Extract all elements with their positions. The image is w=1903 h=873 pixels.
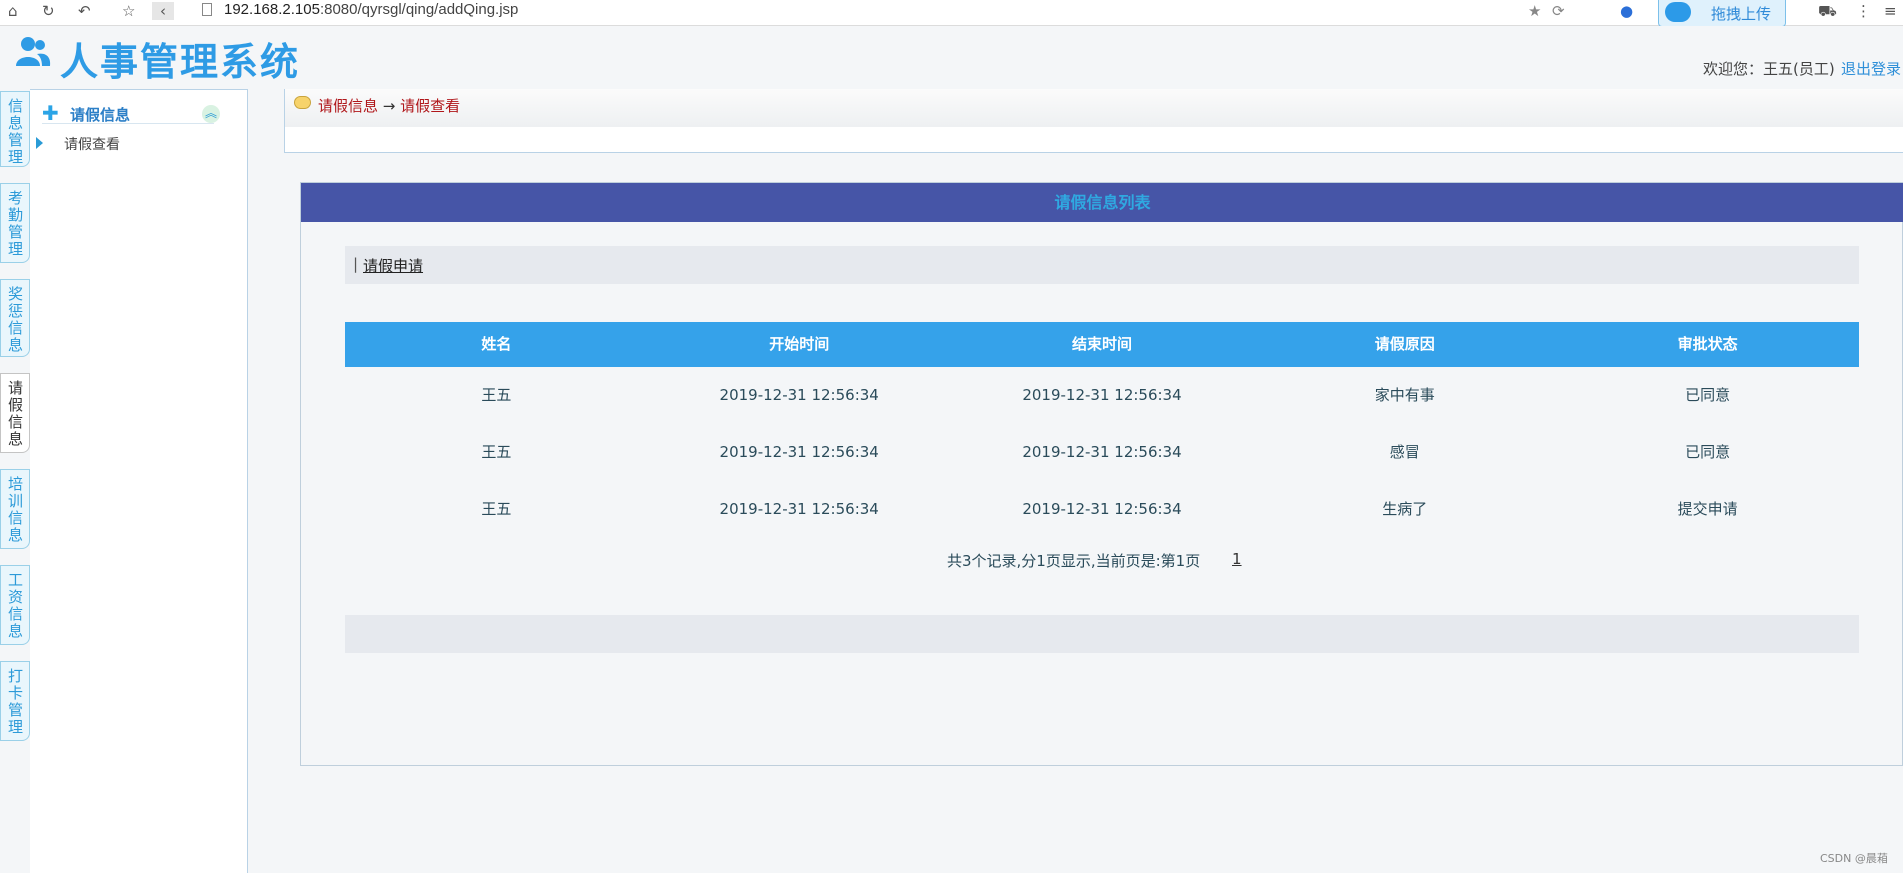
page-link-1[interactable]: 1: [1232, 550, 1242, 568]
undo-icon[interactable]: ↶: [78, 2, 91, 20]
upload-label: 拖拽上传: [1711, 5, 1772, 23]
triangle-right-icon: [36, 137, 43, 149]
cell-status: 提交申请: [1677, 500, 1738, 518]
cell-reason: 生病了: [1382, 500, 1428, 518]
url-path: :8080/qyrsgl/qing/addQing.jsp: [319, 1, 519, 18]
column-header-status: 审批状态: [1677, 335, 1738, 353]
users-icon: [16, 37, 51, 66]
speech-bubble-icon: [294, 96, 311, 109]
bookmark-star-icon[interactable]: ★: [1528, 2, 1541, 20]
cell-reason: 感冒: [1389, 443, 1420, 461]
column-header-end-time: 结束时间: [1071, 335, 1132, 353]
apply-leave-link[interactable]: 请假申请: [363, 255, 423, 276]
page-icon: [202, 3, 212, 16]
sidebar: ✚ 请假信息 ︽ 请假查看: [30, 89, 248, 873]
menu-icon[interactable]: ≡: [1884, 2, 1897, 20]
pager: 共3个记录,分1页显示,当前页是:第1页 1: [345, 550, 1859, 570]
column-header-reason: 请假原因: [1374, 335, 1435, 353]
app-title: 人事管理系统: [60, 40, 301, 84]
tab-label: 培训信息: [8, 475, 24, 544]
table-row: 王五 2019-12-31 12:56:34 2019-12-31 12:56:…: [345, 367, 1859, 424]
plus-icon: ✚: [42, 101, 59, 125]
column-header-start-time: 开始时间: [769, 335, 830, 353]
tab-label: 工资信息: [8, 571, 24, 640]
leave-list-panel: 请假信息列表 | 请假申请 姓名 开始时间 结束时间 请假原因 审批状态 王五 …: [300, 182, 1903, 766]
tab-attendance[interactable]: 考勤管理: [0, 183, 30, 263]
table-header: 姓名 开始时间 结束时间 请假原因 审批状态: [345, 322, 1859, 367]
table-row: 王五 2019-12-31 12:56:34 2019-12-31 12:56:…: [345, 481, 1859, 538]
panel-title: 请假信息列表: [1054, 193, 1151, 212]
breadcrumb: 请假信息 → 请假查看: [284, 89, 1903, 153]
breadcrumb-separator: →: [378, 97, 401, 115]
address-bar[interactable]: 192.168.2.105:8080/qyrsgl/qing/addQing.j…: [190, 0, 1520, 22]
tab-training[interactable]: 培训信息: [0, 469, 30, 549]
cell-end-time: 2019-12-31 12:56:34: [1022, 386, 1182, 404]
home-icon[interactable]: ⌂: [8, 2, 18, 20]
tab-label: 奖惩信息: [8, 285, 24, 354]
cell-end-time: 2019-12-31 12:56:34: [1022, 500, 1182, 518]
pager-summary: 共3个记录,分1页显示,当前页是:第1页: [947, 552, 1201, 570]
app-header: 人事管理系统 欢迎您：王五(员工) 退出登录: [0, 26, 1903, 90]
cell-start-time: 2019-12-31 12:56:34: [719, 443, 879, 461]
sidebar-header: ✚ 请假信息: [42, 101, 214, 125]
url-host: 192.168.2.105: [224, 1, 320, 18]
cell-name: 王五: [481, 443, 512, 461]
sidebar-item-label: 请假查看: [64, 137, 120, 153]
reload-icon[interactable]: ↻: [42, 2, 55, 20]
tab-label: 请假信息: [8, 379, 24, 448]
breadcrumb-second: 请假查看: [400, 97, 461, 115]
watermark-text: CSDN @晨葙: [1820, 852, 1888, 865]
cell-name: 王五: [481, 386, 512, 404]
url-text[interactable]: 192.168.2.105:8080/qyrsgl/qing/addQing.j…: [224, 1, 518, 18]
logout-link[interactable]: 退出登录: [1841, 58, 1901, 79]
panel-header: 请假信息列表: [301, 183, 1903, 222]
collapse-up-icon[interactable]: ︽: [202, 105, 220, 123]
star-icon[interactable]: ☆: [122, 2, 135, 20]
paw-icon[interactable]: ●: [1620, 2, 1633, 20]
browser-toolbar: ⌂ ↻ ↶ ☆ ‹ 192.168.2.105:8080/qyrsgl/qing…: [0, 0, 1903, 27]
sidebar-title: 请假信息: [70, 106, 131, 124]
panel-toolbar: | 请假申请: [345, 246, 1859, 284]
panel-footer-bar: [345, 615, 1859, 653]
breadcrumb-first: 请假信息: [318, 97, 379, 115]
cell-start-time: 2019-12-31 12:56:34: [719, 386, 879, 404]
tab-label: 考勤管理: [8, 189, 24, 258]
tab-leave[interactable]: 请假信息: [0, 373, 30, 453]
cart-icon[interactable]: ⛟: [1818, 2, 1837, 22]
tab-salary[interactable]: 工资信息: [0, 565, 30, 645]
breadcrumb-bar: 请假信息 → 请假查看: [285, 89, 1903, 127]
tab-label: 信息管理: [8, 97, 24, 166]
more-icon[interactable]: ⋮: [1856, 2, 1871, 20]
welcome-text: 欢迎您：王五(员工): [1703, 60, 1835, 78]
toolbar-separator: |: [353, 255, 359, 273]
tab-info-management[interactable]: 信息管理: [0, 91, 30, 167]
cell-end-time: 2019-12-31 12:56:34: [1022, 443, 1182, 461]
cell-reason: 家中有事: [1374, 386, 1435, 404]
back-icon[interactable]: ‹: [152, 2, 174, 20]
cloud-icon: [1665, 2, 1691, 22]
sidebar-item-leave-view[interactable]: 请假查看: [36, 134, 216, 154]
tab-label: 打卡管理: [8, 667, 24, 736]
cell-status: 已同意: [1685, 386, 1731, 404]
upload-button[interactable]: 拖拽上传: [1658, 0, 1786, 27]
tab-rewards[interactable]: 奖惩信息: [0, 279, 30, 357]
refresh-icon[interactable]: ⟳: [1552, 2, 1565, 20]
module-tabs: 信息管理 考勤管理 奖惩信息 请假信息 培训信息 工资信息 打卡管理: [0, 89, 30, 873]
column-header-name: 姓名: [481, 335, 512, 353]
cell-start-time: 2019-12-31 12:56:34: [719, 500, 879, 518]
tab-clock-in[interactable]: 打卡管理: [0, 661, 30, 741]
cell-name: 王五: [481, 500, 512, 518]
breadcrumb-text: 请假信息 → 请假查看: [318, 95, 460, 116]
table-row: 王五 2019-12-31 12:56:34 2019-12-31 12:56:…: [345, 424, 1859, 481]
cell-status: 已同意: [1685, 443, 1731, 461]
